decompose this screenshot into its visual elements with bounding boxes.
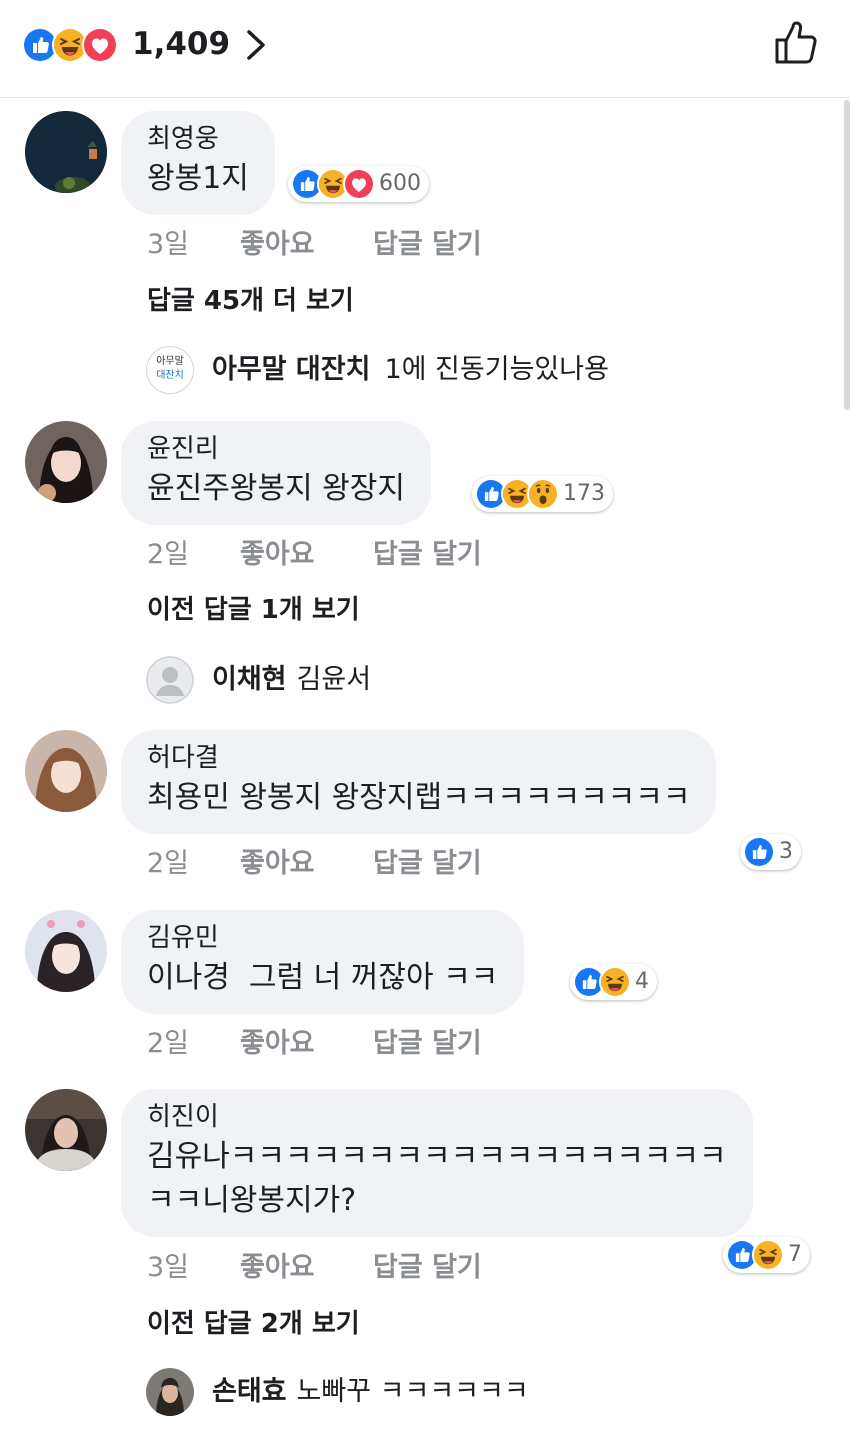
like-button[interactable]: 좋아요 bbox=[240, 1026, 373, 1062]
view-more-replies[interactable]: 이전 답글 2개 보기 bbox=[147, 1306, 360, 1342]
reaction-pill[interactable]: 3 bbox=[740, 834, 801, 870]
avatar[interactable] bbox=[25, 111, 107, 193]
haha-icon bbox=[752, 1239, 784, 1271]
reply-text: 노빠꾸 ㅋㅋㅋㅋㅋㅋ bbox=[296, 1376, 529, 1407]
like-button[interactable]: 좋아요 bbox=[240, 846, 373, 882]
avatar[interactable] bbox=[25, 1089, 107, 1171]
love-icon bbox=[343, 168, 375, 200]
comment-actions: 2일 좋아요 답글 달기 bbox=[147, 846, 482, 882]
view-more-replies[interactable]: 답글 45개 더 보기 bbox=[147, 283, 354, 319]
like-button[interactable]: 좋아요 bbox=[240, 227, 373, 263]
comment-text: 윤진주왕봉지 왕장지 bbox=[147, 471, 405, 506]
comment-bubble[interactable]: 히진이 김유나ㅋㅋㅋㅋㅋㅋㅋㅋㅋㅋㅋㅋㅋㅋㅋㅋㅋㅋ ㅋㅋ니왕봉지가? bbox=[121, 1089, 753, 1237]
comment-bubble[interactable]: 최영웅 왕봉1지 bbox=[121, 111, 275, 215]
comment-actions: 2일 좋아요 답글 달기 bbox=[147, 537, 482, 573]
comment-time: 3일 bbox=[147, 1252, 190, 1283]
reaction-count: 7 bbox=[788, 1242, 802, 1267]
reply-author[interactable]: 손태효 bbox=[212, 1374, 287, 1410]
reaction-pill[interactable]: 600 bbox=[288, 166, 429, 202]
comment-time: 2일 bbox=[147, 539, 190, 570]
reply-button[interactable]: 답글 달기 bbox=[373, 227, 482, 263]
reply-author[interactable]: 아무말 대잔치 bbox=[212, 352, 370, 388]
comment-author[interactable]: 김유민 bbox=[147, 920, 498, 956]
comment-text-line: ㅋㅋ니왕봉지가? bbox=[147, 1183, 357, 1218]
reaction-count: 3 bbox=[779, 839, 793, 864]
love-icon bbox=[82, 27, 118, 63]
chevron-right-icon[interactable] bbox=[243, 28, 269, 62]
reply-preview[interactable]: 아무말 대잔치 아무말 대잔치 1에 진동기능있나용 bbox=[146, 346, 609, 394]
like-icon bbox=[743, 836, 775, 868]
comment-bubble[interactable]: 허다결 최용민 왕봉지 왕장지랩ㅋㅋㅋㅋㅋㅋㅋㅋㅋ bbox=[121, 730, 717, 834]
reply-button[interactable]: 답글 달기 bbox=[373, 1250, 482, 1286]
avatar[interactable] bbox=[25, 730, 107, 812]
comment-time: 2일 bbox=[147, 1028, 190, 1059]
haha-icon bbox=[599, 966, 631, 998]
comment-text: 최용민 왕봉지 왕장지랩ㅋㅋㅋㅋㅋㅋㅋㅋㅋ bbox=[147, 780, 691, 815]
avatar[interactable] bbox=[25, 421, 107, 503]
like-button[interactable]: 좋아요 bbox=[240, 1250, 373, 1286]
comment-bubble[interactable]: 윤진리 윤진주왕봉지 왕장지 bbox=[121, 421, 431, 525]
thumbs-up-icon[interactable] bbox=[773, 20, 819, 66]
reply-author[interactable]: 이채현 bbox=[212, 662, 287, 698]
avatar[interactable] bbox=[146, 1368, 194, 1416]
like-button[interactable]: 좋아요 bbox=[240, 537, 373, 573]
comment-author[interactable]: 윤진리 bbox=[147, 431, 405, 467]
view-more-replies[interactable]: 이전 답글 1개 보기 bbox=[147, 592, 360, 628]
avatar[interactable] bbox=[25, 910, 107, 992]
comment-text: 왕봉1지 bbox=[147, 161, 249, 196]
reply-preview[interactable]: 손태효 노빠꾸 ㅋㅋㅋㅋㅋㅋ bbox=[146, 1368, 529, 1416]
comment-text: 이나경 그럼 너 꺼잖아 ㅋㅋ bbox=[147, 960, 499, 995]
reaction-pill[interactable]: 173 bbox=[472, 476, 613, 512]
scrollbar[interactable] bbox=[844, 100, 850, 410]
reaction-count: 4 bbox=[635, 969, 649, 994]
comment-author[interactable]: 히진이 bbox=[147, 1099, 727, 1135]
comment-text-line: 김유나ㅋㅋㅋㅋㅋㅋㅋㅋㅋㅋㅋㅋㅋㅋㅋㅋㅋㅋ bbox=[147, 1139, 727, 1174]
comment-actions: 2일 좋아요 답글 달기 bbox=[147, 1026, 482, 1062]
comment-author[interactable]: 허다결 bbox=[147, 740, 690, 776]
avatar[interactable]: 아무말 대잔치 bbox=[146, 346, 194, 394]
reaction-pill[interactable]: 7 bbox=[723, 1237, 810, 1273]
reaction-count: 600 bbox=[379, 171, 421, 196]
comment-actions: 3일 좋아요 답글 달기 bbox=[147, 1250, 482, 1286]
reaction-pill[interactable]: 4 bbox=[570, 964, 657, 1000]
comment-bubble[interactable]: 김유민 이나경 그럼 너 꺼잖아 ㅋㅋ bbox=[121, 910, 525, 1014]
comment-time: 3일 bbox=[147, 229, 190, 260]
wow-icon bbox=[527, 478, 559, 510]
reactions-header: 1,409 bbox=[0, 0, 850, 98]
reaction-count: 173 bbox=[563, 481, 605, 506]
avatar[interactable] bbox=[146, 656, 194, 704]
reply-text: 김윤서 bbox=[296, 664, 372, 695]
reply-text: 1에 진동기능있나용 bbox=[384, 354, 609, 385]
reaction-summary[interactable] bbox=[22, 27, 118, 63]
reply-button[interactable]: 답글 달기 bbox=[373, 1026, 482, 1062]
reply-button[interactable]: 답글 달기 bbox=[373, 846, 482, 882]
reply-preview[interactable]: 이채현 김윤서 bbox=[146, 656, 371, 704]
comment-time: 2일 bbox=[147, 848, 190, 879]
comment-actions: 3일 좋아요 답글 달기 bbox=[147, 227, 482, 263]
reaction-total[interactable]: 1,409 bbox=[132, 26, 230, 62]
comment-author[interactable]: 최영웅 bbox=[147, 121, 249, 157]
reply-button[interactable]: 답글 달기 bbox=[373, 537, 482, 573]
